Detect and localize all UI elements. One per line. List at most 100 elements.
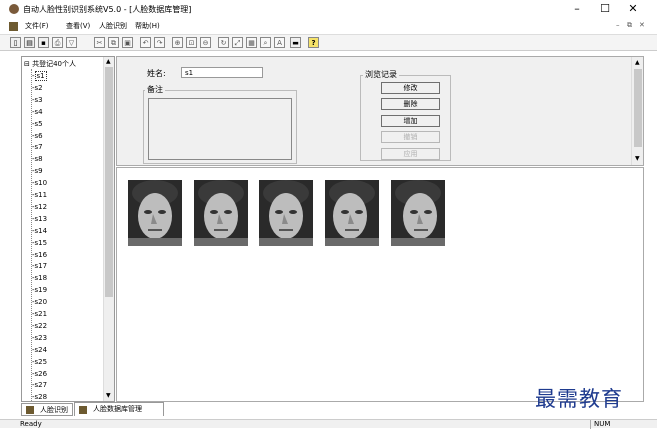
form-scroll-down-icon[interactable]: ▼	[635, 155, 640, 162]
browse-group-label: 浏览记录	[363, 69, 399, 80]
tree-item-label: s10	[34, 179, 48, 188]
tree-item-label: s12	[34, 202, 48, 211]
tree-item-label: s2	[34, 83, 43, 92]
menu-file[interactable]: 文件(F)	[25, 21, 49, 31]
magnify-icon[interactable]: ⌕	[260, 37, 271, 48]
face-image[interactable]	[325, 180, 379, 246]
tab-icon	[26, 406, 34, 414]
tree-item-label: s1	[34, 71, 47, 81]
close-button[interactable]: ✕	[621, 2, 645, 16]
tree-item-label: s13	[34, 214, 48, 223]
grid-icon[interactable]: ▦	[246, 37, 257, 48]
form-scroll-up-icon[interactable]: ▲	[635, 59, 640, 66]
face-photo	[391, 180, 445, 246]
tree-item-label: s21	[34, 310, 48, 318]
menu-face-recognition[interactable]: 人脸识别	[99, 21, 127, 31]
child-minimize-button[interactable]: –	[616, 21, 620, 29]
delete-button[interactable]: 删除	[381, 98, 440, 110]
tab-face-recognition[interactable]: 人脸识别	[21, 403, 73, 416]
face-photo	[325, 180, 379, 246]
print-icon[interactable]: ⎙	[52, 37, 63, 48]
tree-item-label: s22	[34, 321, 48, 330]
zoom-in-icon[interactable]: ⊕	[172, 37, 183, 48]
tab-face-database[interactable]: 人脸数据库管理	[74, 402, 164, 416]
name-label: 姓名:	[147, 69, 166, 78]
collapse-icon[interactable]: ⊟	[24, 60, 32, 68]
form-scroll-thumb[interactable]	[634, 69, 642, 147]
notes-field[interactable]	[148, 98, 292, 160]
record-form: 姓名: s1 备注 浏览记录 修改 删除 增加 撤销 应用 ▲ ▼	[116, 56, 644, 166]
text-icon[interactable]: A	[274, 37, 285, 48]
menu-help[interactable]: 帮助(H)	[135, 21, 160, 31]
tree-item-label: s27	[34, 381, 48, 390]
maximize-button[interactable]: ☐	[593, 2, 617, 16]
tree-item-label: s3	[34, 95, 43, 104]
copy-icon[interactable]: ⧉	[108, 37, 119, 48]
tree-item-label: s28	[34, 393, 48, 402]
face-image[interactable]	[128, 180, 182, 246]
view-tabs: 人脸识别 人脸数据库管理	[21, 402, 171, 417]
face-images-pane	[116, 167, 644, 402]
tree-item-label: s20	[34, 298, 48, 307]
help-icon[interactable]: ?	[308, 37, 319, 48]
save-icon[interactable]: ▪	[38, 37, 49, 48]
menu-view[interactable]: 查看(V)	[66, 21, 90, 31]
name-field[interactable]: s1	[181, 67, 263, 78]
scroll-down-icon[interactable]: ▼	[106, 392, 111, 399]
open-icon[interactable]: ▤	[24, 37, 35, 48]
status-text: Ready	[20, 420, 42, 428]
face-image[interactable]	[259, 180, 313, 246]
tree-item-label: s18	[34, 274, 48, 283]
tree-item-label: s15	[34, 238, 48, 247]
face-photo	[128, 180, 182, 246]
window-title: 自动人脸性别识别系统V5.0 - [人脸数据库管理]	[23, 5, 192, 14]
tree-item-label: s14	[34, 226, 48, 235]
redo-icon[interactable]: ↷	[154, 37, 165, 48]
face-image[interactable]	[391, 180, 445, 246]
modify-button[interactable]: 修改	[381, 82, 440, 94]
tree-item-label: s11	[34, 191, 48, 199]
child-close-button[interactable]: ✕	[639, 21, 645, 29]
filter-icon[interactable]: ▽	[66, 37, 77, 48]
zoom-out-icon[interactable]: ⊖	[200, 37, 211, 48]
rotate-icon[interactable]: ↻	[218, 37, 229, 48]
tree-scrollbar[interactable]: ▲ ▼	[103, 57, 114, 401]
tab-icon	[79, 406, 87, 414]
cut-icon[interactable]: ✂	[94, 37, 105, 48]
face-photo	[194, 180, 248, 246]
undo-icon[interactable]: ↶	[140, 37, 151, 48]
tree-item-label: s26	[34, 369, 48, 378]
app-icon	[9, 4, 19, 14]
apply-button[interactable]: 应用	[381, 148, 440, 160]
undo-button[interactable]: 撤销	[381, 131, 440, 143]
add-button[interactable]: 增加	[381, 115, 440, 127]
tree-item-label: s19	[34, 286, 48, 295]
tree-item-label: s25	[34, 357, 48, 366]
tree-item-label: s16	[34, 250, 48, 259]
tree-item-label: s4	[34, 107, 43, 116]
tree-item-label: s6	[34, 131, 43, 140]
notes-label: 备注	[145, 84, 165, 95]
toolbar: ▯ ▤ ▪ ⎙ ▽ ✂ ⧉ ▣ ↶ ↷ ⊕ ⊡ ⊖ ↻ ⤢ ▦ ⌕ A ▬ ?	[0, 34, 657, 51]
zoom-actual-icon[interactable]: ⊡	[186, 37, 197, 48]
document-icon	[9, 22, 18, 31]
tree-scroll-thumb[interactable]	[105, 67, 113, 297]
tree-root[interactable]: ⊟ 共登记40个人	[24, 58, 108, 70]
face-image[interactable]	[194, 180, 248, 246]
title-bar: 自动人脸性别识别系统V5.0 - [人脸数据库管理] – ☐ ✕	[0, 0, 657, 19]
minimize-button[interactable]: –	[565, 2, 589, 16]
scroll-up-icon[interactable]: ▲	[106, 58, 111, 65]
tree-item-label: s24	[34, 345, 48, 354]
person-tree[interactable]: ⊟ 共登记40个人 - s1 -s2 -s3 -s4 -s5 -s6 -s7 -s8 -s9 -s1…	[21, 56, 115, 402]
fit-icon[interactable]: ⤢	[232, 37, 243, 48]
menu-bar: 文件(F) 查看(V) 人脸识别 帮助(H) – ⧉ ✕	[0, 19, 657, 33]
tree-item-label: s17	[34, 262, 48, 271]
tree-item-label: s8	[34, 155, 43, 164]
paste-icon[interactable]: ▣	[122, 37, 133, 48]
new-icon[interactable]: ▯	[10, 37, 21, 48]
form-scrollbar[interactable]: ▲ ▼	[631, 57, 643, 165]
image-icon[interactable]: ▬	[290, 37, 301, 48]
tree-item-label: s5	[34, 119, 43, 128]
child-restore-button[interactable]: ⧉	[627, 21, 632, 30]
watermark-text: 最需教育	[535, 387, 623, 411]
